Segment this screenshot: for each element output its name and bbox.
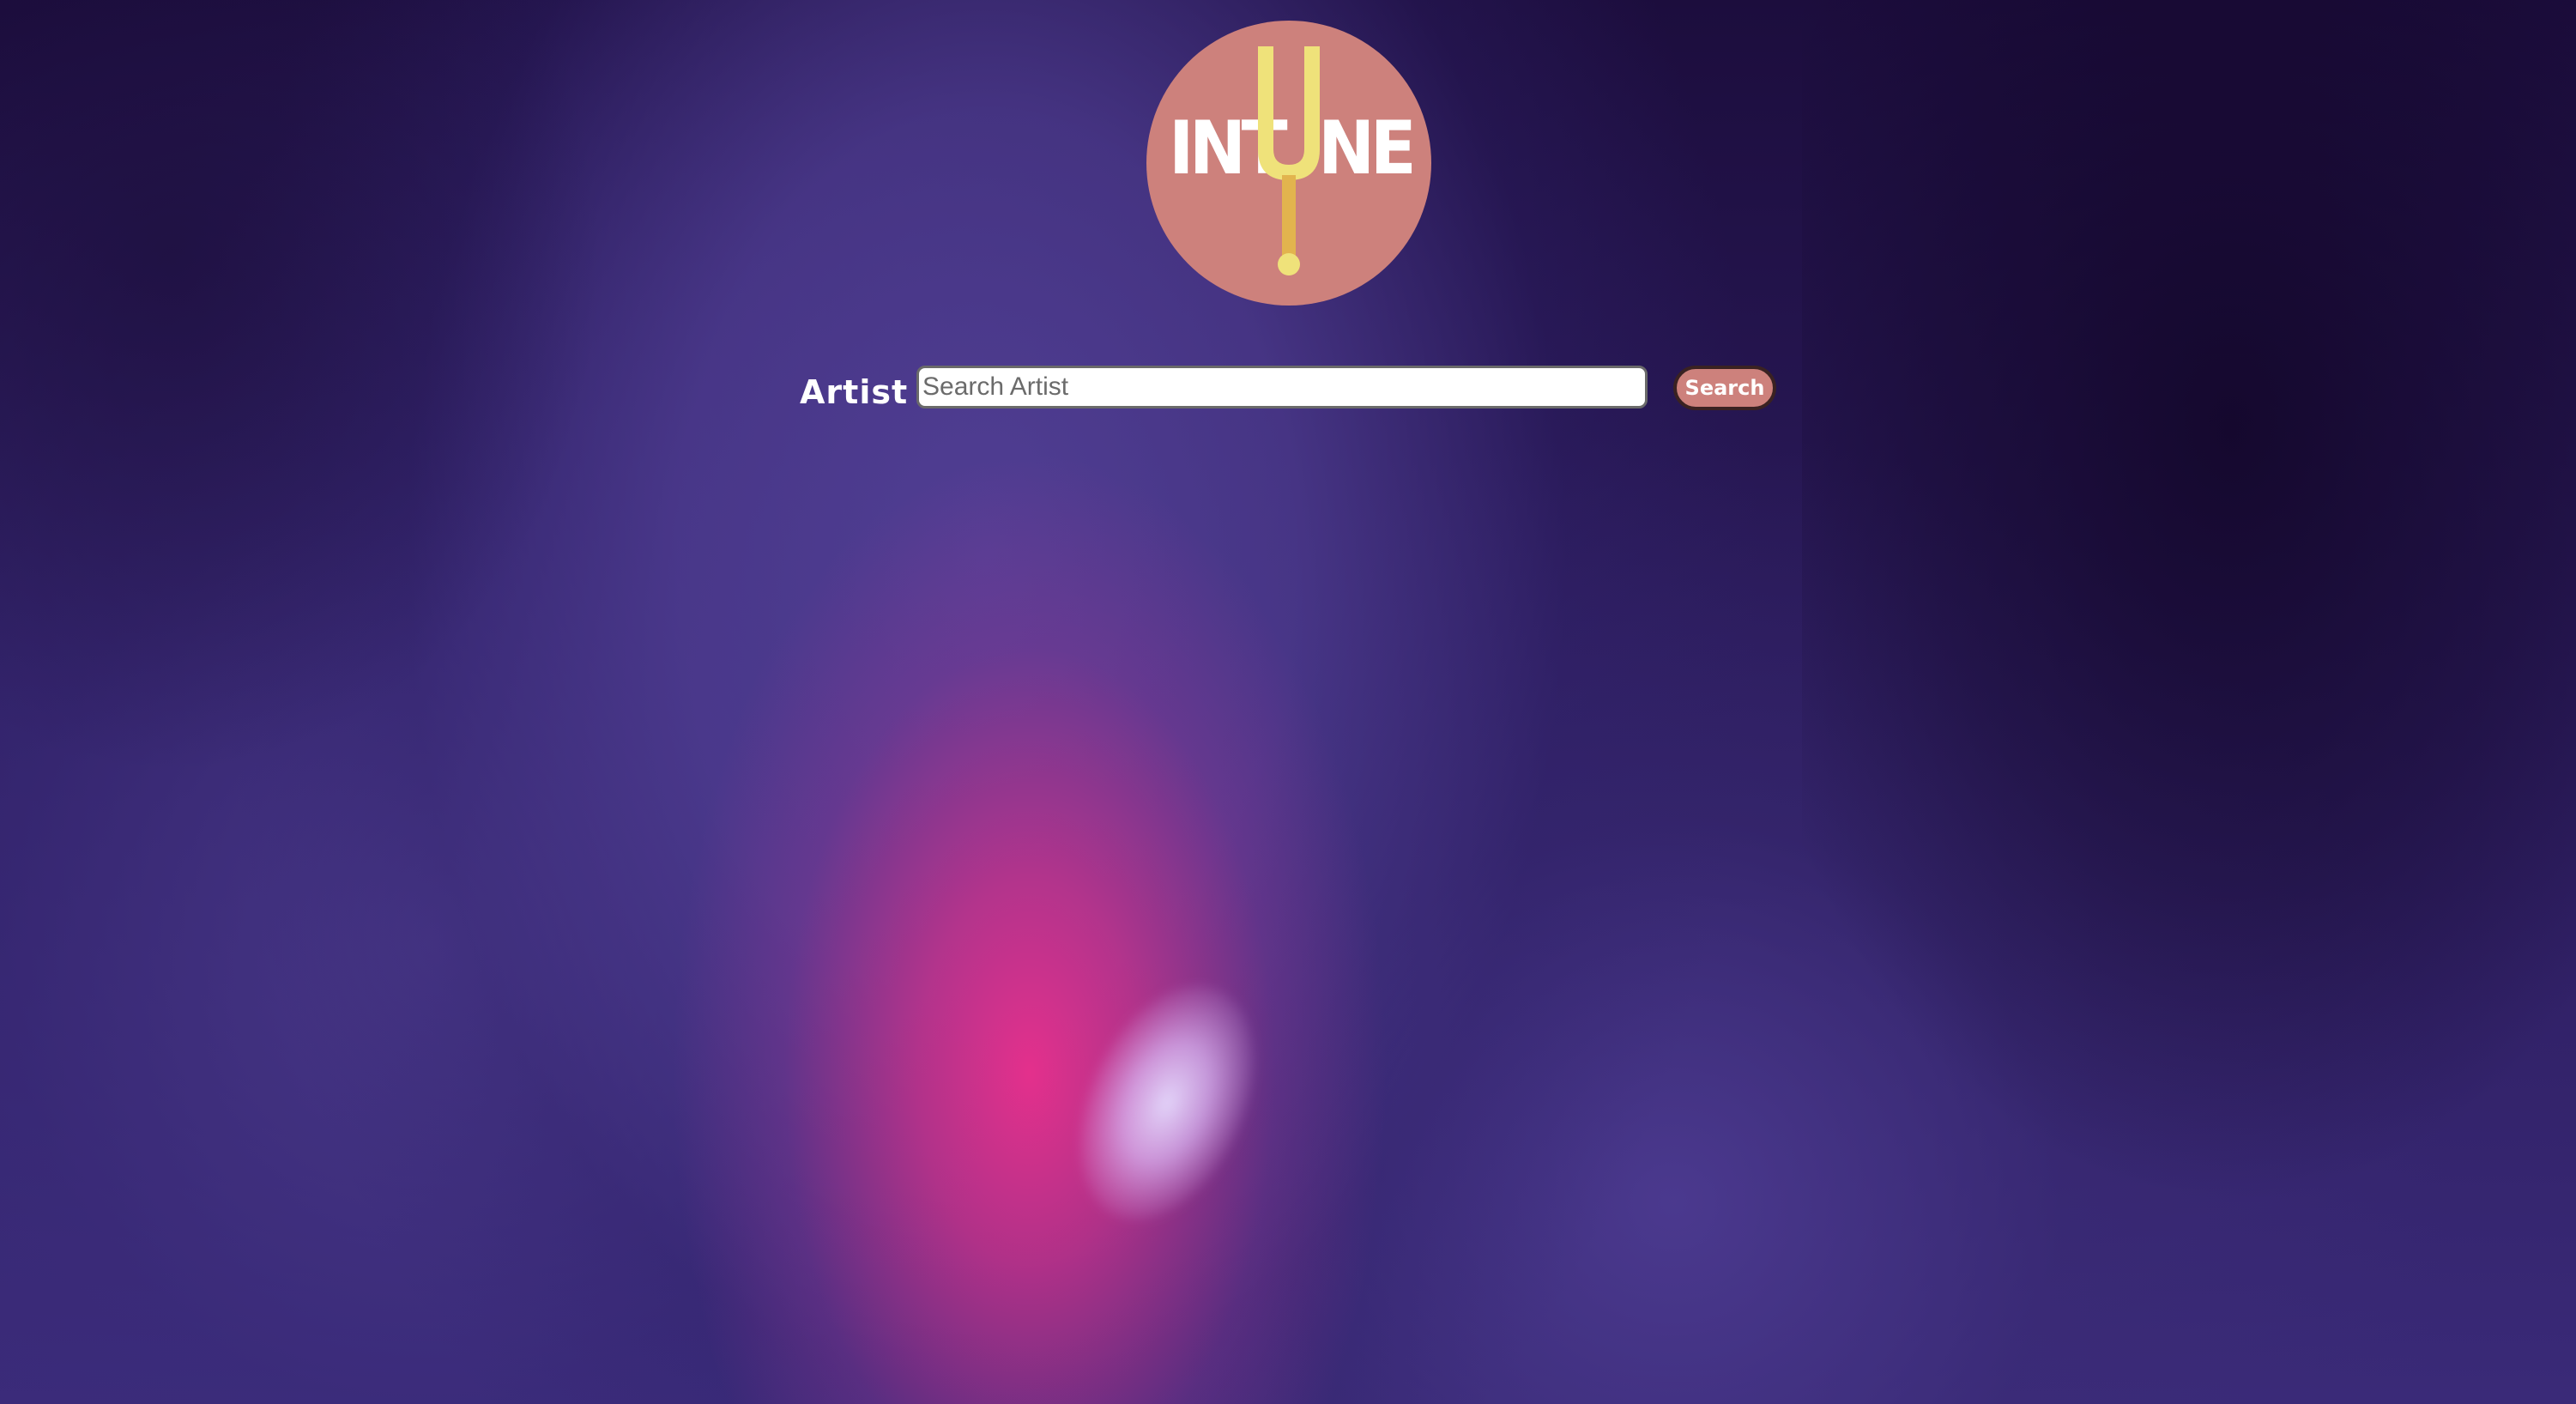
artist-label: Artist [800, 373, 909, 411]
background-glow [1044, 957, 1290, 1249]
background-shadow-right [1802, 0, 2576, 1404]
background-shadow-left [0, 0, 772, 772]
artist-search-input[interactable] [916, 366, 1648, 408]
tuning-fork-icon [1258, 46, 1320, 275]
artist-search-bar: Artist Search [800, 364, 1778, 415]
search-button[interactable]: Search [1673, 366, 1776, 410]
intune-logo: INT NE [1146, 21, 1431, 306]
